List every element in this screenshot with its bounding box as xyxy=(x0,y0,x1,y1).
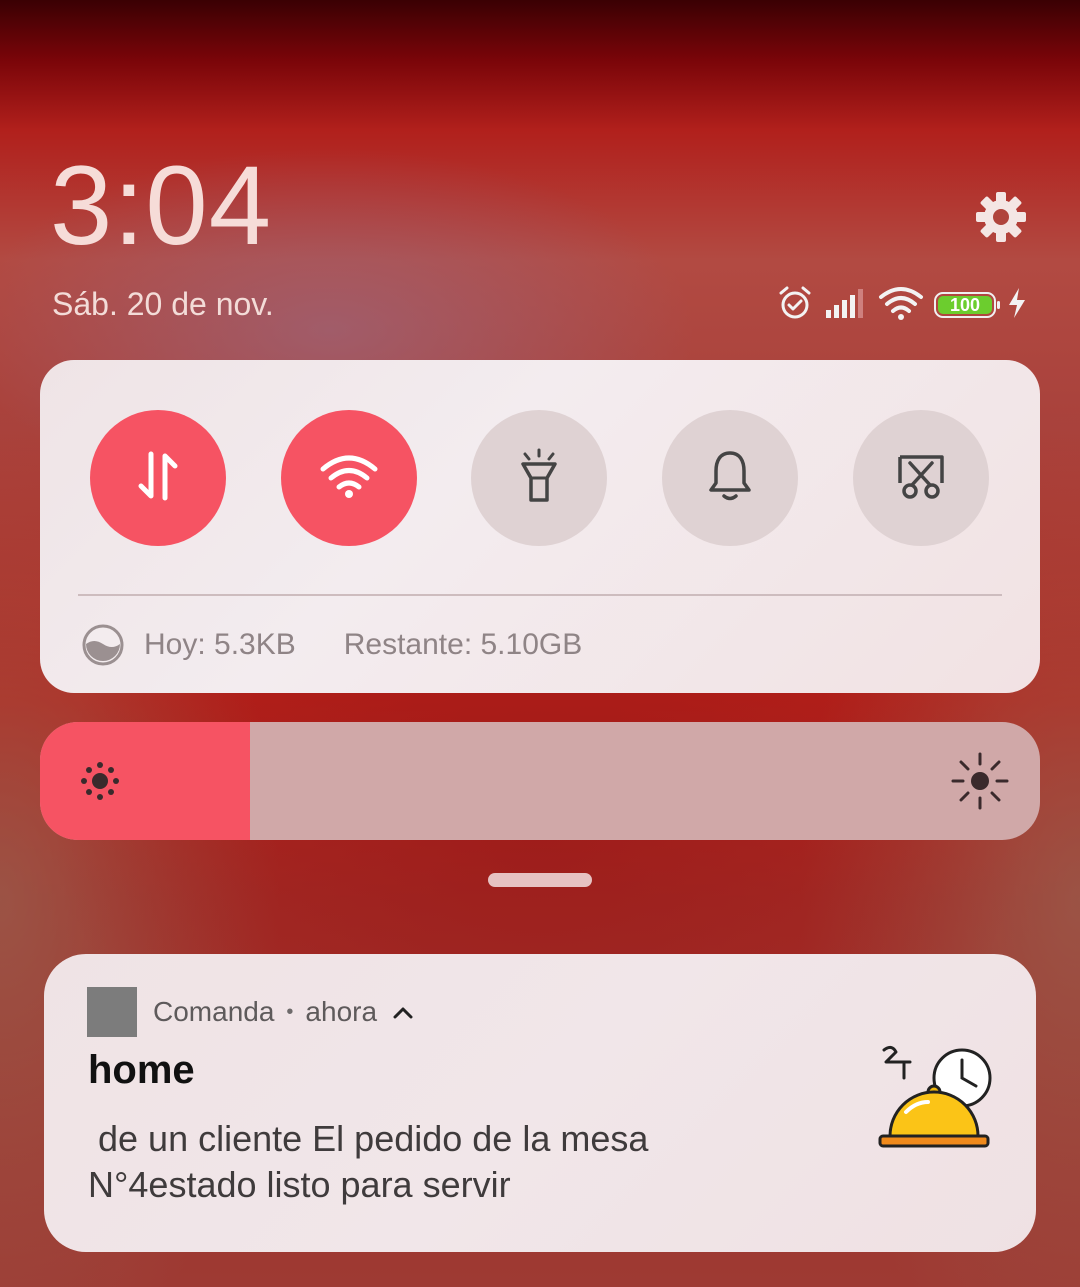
sun-bright-icon xyxy=(950,751,1010,811)
quick-settings-panel: Hoy: 5.3KB Restante: 5.10GB xyxy=(40,360,1040,693)
cellular-signal-icon xyxy=(824,286,868,325)
divider xyxy=(78,594,1002,596)
notification-header: Comanda • ahora xyxy=(87,987,415,1037)
app-icon xyxy=(87,987,137,1037)
data-usage-icon xyxy=(82,624,124,666)
chevron-up-icon[interactable] xyxy=(391,1000,415,1024)
wifi-toggle[interactable] xyxy=(281,410,417,546)
flashlight-icon xyxy=(515,448,563,509)
flashlight-toggle[interactable] xyxy=(471,410,607,546)
screenshot-toggle[interactable] xyxy=(853,410,989,546)
scissors-screenshot-icon xyxy=(894,451,948,506)
brightness-slider[interactable] xyxy=(40,722,1040,840)
notification-card[interactable]: Comanda • ahora home de un cliente El pe… xyxy=(44,954,1036,1252)
notification-separator: • xyxy=(286,1000,294,1023)
date-label: Sáb. 20 de nov. xyxy=(52,286,274,322)
battery-level: 100 xyxy=(949,294,981,315)
alarm-icon xyxy=(776,284,814,327)
sound-toggle[interactable] xyxy=(662,410,798,546)
mobile-data-toggle[interactable] xyxy=(90,410,226,546)
notification-title: home xyxy=(88,1048,195,1092)
panel-drag-handle[interactable] xyxy=(488,873,592,887)
notification-app-name: Comanda xyxy=(153,996,275,1027)
gear-icon[interactable] xyxy=(974,190,1028,244)
wifi-icon xyxy=(319,453,379,504)
sun-dim-icon xyxy=(70,751,130,811)
data-arrows-icon xyxy=(133,448,183,509)
clock: 3:04 xyxy=(50,143,272,268)
data-usage[interactable]: Hoy: 5.3KB Restante: 5.10GB xyxy=(82,622,582,668)
charging-bolt-icon xyxy=(1006,286,1028,325)
battery-icon: 100 xyxy=(934,292,1000,318)
notification-time: ahora xyxy=(305,996,378,1027)
serving-cloche-clock-icon xyxy=(876,1042,996,1152)
notification-body: de un cliente El pedido de la mesa N°4es… xyxy=(88,1118,649,1205)
wifi-icon xyxy=(878,285,924,326)
usage-today: Hoy: 5.3KB xyxy=(144,628,296,661)
usage-remaining: Restante: 5.10GB xyxy=(343,628,583,661)
status-bar: 100 xyxy=(776,284,1044,326)
bell-icon xyxy=(706,449,754,508)
